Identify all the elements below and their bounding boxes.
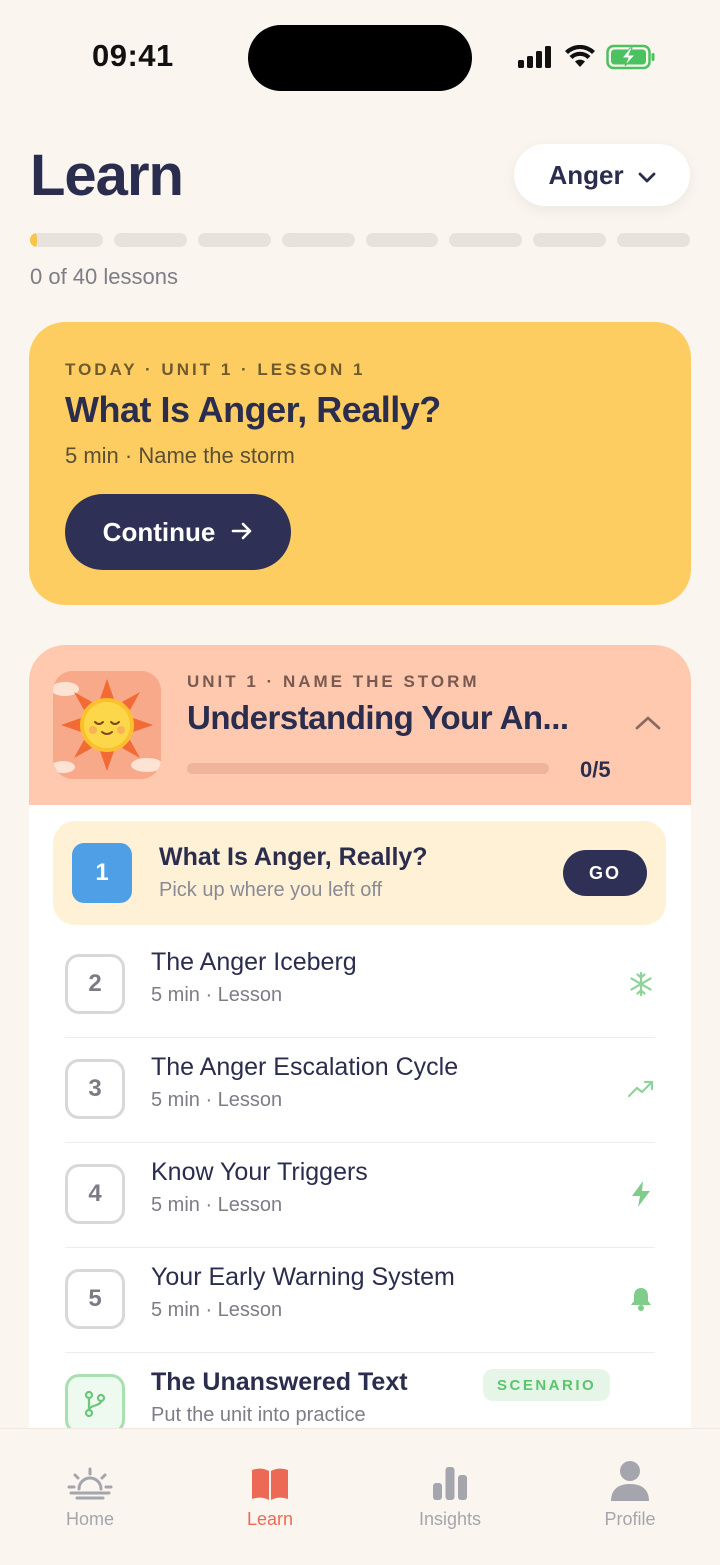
progress-segment: [533, 233, 607, 247]
chevron-up-icon[interactable]: [635, 715, 661, 736]
active-lesson-row[interactable]: 1 What Is Anger, Really? Pick up where y…: [53, 821, 666, 925]
bell-icon: [627, 1285, 655, 1313]
tab-label: Profile: [604, 1509, 656, 1529]
unit-header[interactable]: UNIT 1 · NAME THE STORM Understanding Yo…: [29, 645, 691, 805]
tab-profile[interactable]: Profile: [540, 1457, 720, 1530]
lesson-subtitle: 5 min · Lesson: [151, 1299, 283, 1321]
lesson-row[interactable]: 2 The Anger Iceberg 5 min · Lesson: [65, 933, 655, 1038]
tab-learn[interactable]: Learn: [180, 1457, 360, 1530]
unit-progress-count: 0/5: [580, 757, 611, 782]
unit-card: UNIT 1 · NAME THE STORM Understanding Yo…: [29, 645, 691, 1435]
tab-label: Insights: [418, 1509, 482, 1529]
lesson-subtitle: 5 min · Lesson: [151, 984, 283, 1006]
unit-eyebrow: UNIT 1 · NAME THE STORM: [187, 672, 480, 691]
wifi-icon: [564, 44, 596, 74]
tab-label: Home: [65, 1509, 114, 1529]
bar-chart-icon: [431, 1457, 469, 1501]
continue-button-label: Continue: [102, 516, 216, 547]
tab-insights[interactable]: Insights: [360, 1457, 540, 1530]
lesson-title: The Anger Escalation Cycle: [151, 1053, 459, 1081]
lesson-title: Know Your Triggers: [151, 1158, 368, 1186]
lesson-title: The Anger Iceberg: [151, 948, 357, 976]
lessons-progress-bar: [30, 233, 690, 249]
person-icon: [609, 1457, 651, 1501]
lessons-progress-text: 0 of 40 lessons: [30, 264, 178, 289]
today-lesson-title: What Is Anger, Really?: [65, 389, 441, 430]
branch-icon: [65, 1374, 125, 1434]
snowflake-icon: [627, 970, 655, 998]
chevron-down-icon: [638, 160, 656, 191]
tab-bar: Home Learn Insights Profile: [0, 1428, 720, 1565]
tab-label: Learn: [246, 1509, 294, 1529]
progress-segment: [449, 233, 523, 247]
active-lesson-title: What Is Anger, Really?: [159, 843, 428, 871]
unit-progress-bar: [187, 763, 549, 774]
progress-segment: [197, 233, 271, 247]
page-title: Learn: [30, 143, 184, 208]
go-button[interactable]: GO: [563, 850, 647, 896]
arrow-right-icon: [231, 517, 253, 548]
trend-up-icon: [627, 1075, 655, 1103]
lesson-number-badge: 3: [65, 1059, 125, 1119]
status-time: 09:41: [92, 38, 174, 73]
progress-segment: [30, 233, 103, 247]
active-lesson-subtitle: Pick up where you left off: [159, 879, 383, 901]
progress-segment: [281, 233, 355, 247]
topic-selector[interactable]: Anger: [514, 144, 690, 206]
lesson-number-badge: 4: [65, 1164, 125, 1224]
today-eyebrow: TODAY · UNIT 1 · LESSON 1: [65, 360, 366, 379]
lesson-number-badge: 1: [72, 843, 132, 903]
lesson-row[interactable]: 3 The Anger Escalation Cycle 5 min · Les…: [65, 1038, 655, 1143]
signal-icon: [518, 45, 554, 74]
today-lesson-meta: 5 min · Name the storm: [65, 443, 295, 468]
topic-selector-value: Anger: [548, 159, 624, 190]
scenario-row[interactable]: The Unanswered Text SCENARIO Put the uni…: [65, 1353, 655, 1435]
lesson-subtitle: 5 min · Lesson: [151, 1194, 283, 1216]
sun-illustration: [53, 671, 161, 779]
sunrise-icon: [67, 1457, 113, 1501]
battery-charging-icon: [606, 44, 656, 75]
unit-title: Understanding Your An...: [187, 699, 569, 736]
progress-segment: [365, 233, 439, 247]
lesson-number-badge: 2: [65, 954, 125, 1014]
lesson-subtitle: 5 min · Lesson: [151, 1089, 283, 1111]
lightning-icon: [627, 1180, 655, 1208]
scenario-subtitle: Put the unit into practice: [151, 1404, 366, 1426]
lesson-row[interactable]: 4 Know Your Triggers 5 min · Lesson: [65, 1143, 655, 1248]
progress-segment: [113, 233, 187, 247]
book-icon: [250, 1457, 290, 1501]
progress-segment-fill: [30, 233, 38, 247]
scenario-title: The Unanswered Text: [151, 1368, 408, 1396]
scenario-badge: SCENARIO: [483, 1369, 611, 1401]
lesson-row[interactable]: 5 Your Early Warning System 5 min · Less…: [65, 1248, 655, 1353]
today-lesson-card[interactable]: TODAY · UNIT 1 · LESSON 1 What Is Anger,…: [29, 322, 691, 605]
lesson-number-badge: 5: [65, 1269, 125, 1329]
continue-button[interactable]: Continue: [65, 494, 291, 570]
lesson-title: Your Early Warning System: [151, 1263, 455, 1291]
dynamic-island: [248, 25, 472, 91]
progress-segment: [617, 233, 690, 247]
tab-home[interactable]: Home: [0, 1457, 180, 1530]
status-icons: [518, 44, 656, 75]
